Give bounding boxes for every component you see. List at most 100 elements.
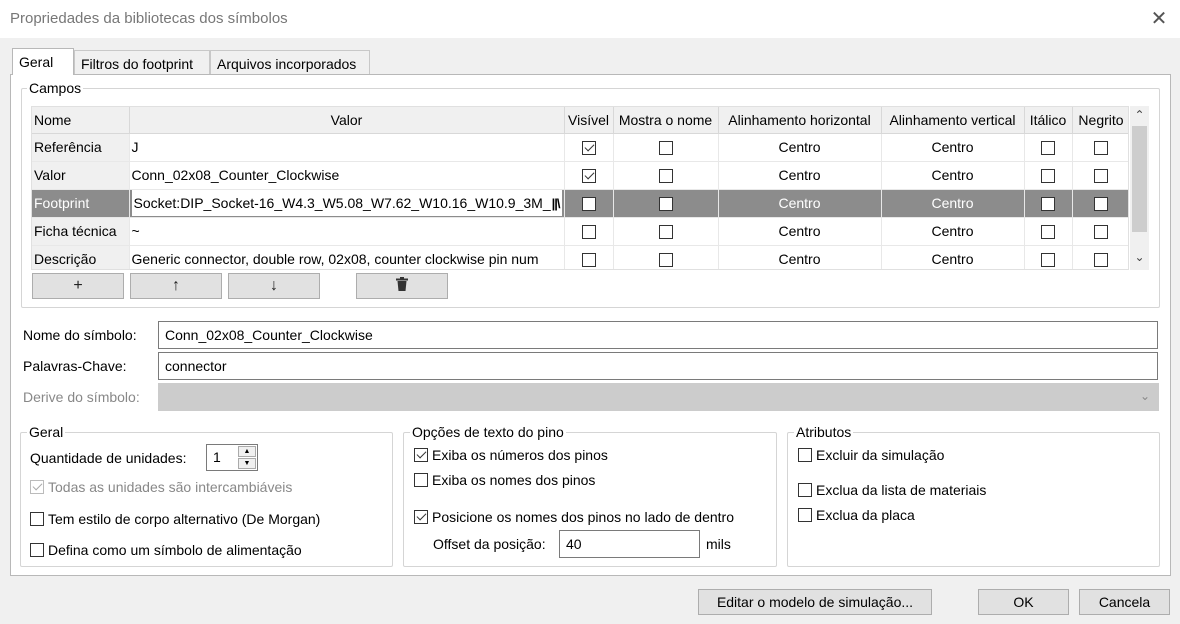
col-italico[interactable]: Itálico [1024,107,1073,134]
italic-checkbox[interactable] [1041,253,1055,268]
h-align-cell[interactable]: Centro [718,161,882,190]
bold-checkbox[interactable] [1094,141,1108,156]
value-cell[interactable]: Socket:DIP_Socket-16_W4.3_W5.08_W7.62_W1… [129,189,565,218]
derive-select[interactable] [158,383,1159,411]
table-row[interactable]: Footprint Socket:DIP_Socket-16_W4.3_W5.08… [32,189,1128,218]
v-align-cell[interactable]: Centro [881,189,1025,218]
visible-cell[interactable] [564,245,614,269]
italic-cell[interactable] [1024,217,1073,246]
h-align-cell[interactable]: Centro [718,133,882,162]
v-align-cell[interactable]: Centro [881,245,1025,269]
bold-checkbox[interactable] [1094,225,1108,240]
bold-cell[interactable] [1072,245,1128,269]
italic-checkbox[interactable] [1041,225,1055,240]
italic-cell[interactable] [1024,133,1073,162]
demorgan-checkbox[interactable]: Tem estilo de corpo alternativo (De Morg… [30,511,320,527]
bold-cell[interactable] [1072,189,1128,218]
bold-checkbox[interactable] [1094,169,1108,184]
offset-input[interactable]: 40 [559,530,700,558]
value-cell[interactable]: ~ [129,217,565,246]
italic-cell[interactable] [1024,189,1073,218]
visible-cell[interactable] [564,133,614,162]
col-nome[interactable]: Nome [32,107,130,134]
col-alinhamento-horizontal[interactable]: Alinhamento horizontal [718,107,882,134]
show-name-checkbox[interactable] [658,253,673,268]
ok-button[interactable]: OK [978,589,1069,615]
exclude-sim-checkbox[interactable]: Excluir da simulação [798,447,944,463]
scroll-down-icon[interactable]: ⌄ [1130,248,1149,267]
table-row[interactable]: Referência J Centro Centro [32,133,1128,162]
italic-checkbox[interactable] [1041,141,1055,156]
add-field-button[interactable]: + [32,273,124,299]
tab-geral[interactable]: Geral [12,48,74,75]
h-align-cell[interactable]: Centro [718,245,882,269]
h-align-cell[interactable]: Centro [718,189,882,218]
tab-filtros-footprint[interactable]: Filtros do footprint [74,50,210,74]
cancel-button[interactable]: Cancela [1079,589,1170,615]
show-name-cell[interactable] [613,245,719,269]
show-name-checkbox[interactable] [658,225,673,240]
show-name-cell[interactable] [613,217,719,246]
bold-cell[interactable] [1072,133,1128,162]
interchangeable-checkbox[interactable]: Todas as unidades são intercambiáveis [30,479,292,495]
move-down-button[interactable]: ↓ [228,273,320,299]
col-valor[interactable]: Valor [129,107,565,134]
name-cell[interactable]: Valor [32,161,130,190]
visible-checkbox[interactable] [581,197,596,212]
show-name-checkbox[interactable] [658,197,673,212]
library-browse-icon[interactable]: ||\ [552,196,561,211]
exclude-bom-checkbox[interactable]: Exclua da lista de materiais [798,482,986,498]
bold-cell[interactable] [1072,217,1128,246]
symbol-name-input[interactable]: Conn_02x08_Counter_Clockwise [158,321,1158,349]
name-cell[interactable]: Ficha técnica [32,217,130,246]
show-name-cell[interactable] [613,133,719,162]
show-name-cell[interactable] [613,161,719,190]
visible-cell[interactable] [564,217,614,246]
italic-checkbox[interactable] [1041,169,1055,184]
italic-checkbox[interactable] [1041,197,1055,212]
delete-field-button[interactable] [356,273,448,299]
table-row[interactable]: Ficha técnica ~ Centro Centro [32,217,1128,246]
bold-checkbox[interactable] [1094,253,1108,268]
table-row[interactable]: Descrição Generic connector, double row, … [32,245,1128,269]
bold-cell[interactable] [1072,161,1128,190]
close-icon[interactable]: ✕ [1148,6,1170,32]
visible-cell[interactable] [564,161,614,190]
v-align-cell[interactable]: Centro [881,161,1025,190]
table-row[interactable]: Valor Conn_02x08_Counter_Clockwise Centro C… [32,161,1128,190]
value-cell[interactable]: Generic connector, double row, 02x08, co… [129,245,565,269]
v-align-cell[interactable]: Centro [881,217,1025,246]
col-mostra-nome[interactable]: Mostra o nome [613,107,719,134]
show-name-cell[interactable] [613,189,719,218]
exclude-board-checkbox[interactable]: Exclua da placa [798,507,915,523]
show-pin-names-checkbox[interactable]: Exiba os nomes dos pinos [414,472,595,488]
name-cell[interactable]: Footprint [32,189,130,218]
col-negrito[interactable]: Negrito [1072,107,1128,134]
italic-cell[interactable] [1024,245,1073,269]
name-cell[interactable]: Referência [32,133,130,162]
name-cell[interactable]: Descrição [32,245,130,269]
visible-cell[interactable] [564,189,614,218]
power-symbol-checkbox[interactable]: Defina como um símbolo de alimentação [30,542,302,558]
v-align-cell[interactable]: Centro [881,133,1025,162]
value-cell[interactable]: Conn_02x08_Counter_Clockwise [129,161,565,190]
keywords-input[interactable]: connector [158,352,1158,380]
grid-scroll-thumb[interactable] [1132,126,1147,232]
bold-checkbox[interactable] [1094,197,1108,212]
value-cell[interactable]: J [129,133,565,162]
spin-up-icon[interactable]: ▲ [238,446,256,457]
scroll-up-icon[interactable]: ⌃ [1130,106,1149,125]
visible-checkbox[interactable] [581,141,596,156]
visible-checkbox[interactable] [581,253,596,268]
visible-checkbox[interactable] [581,225,596,240]
show-name-checkbox[interactable] [658,169,673,184]
italic-cell[interactable] [1024,161,1073,190]
visible-checkbox[interactable] [581,169,596,184]
move-up-button[interactable]: ↑ [130,273,222,299]
show-pin-numbers-checkbox[interactable]: Exiba os números dos pinos [414,447,608,463]
pin-names-inside-checkbox[interactable]: Posicione os nomes dos pinos no lado de … [414,509,734,525]
col-alinhamento-vertical[interactable]: Alinhamento vertical [881,107,1025,134]
h-align-cell[interactable]: Centro [718,217,882,246]
spin-down-icon[interactable]: ▼ [238,458,256,469]
col-visivel[interactable]: Visível [564,107,614,134]
